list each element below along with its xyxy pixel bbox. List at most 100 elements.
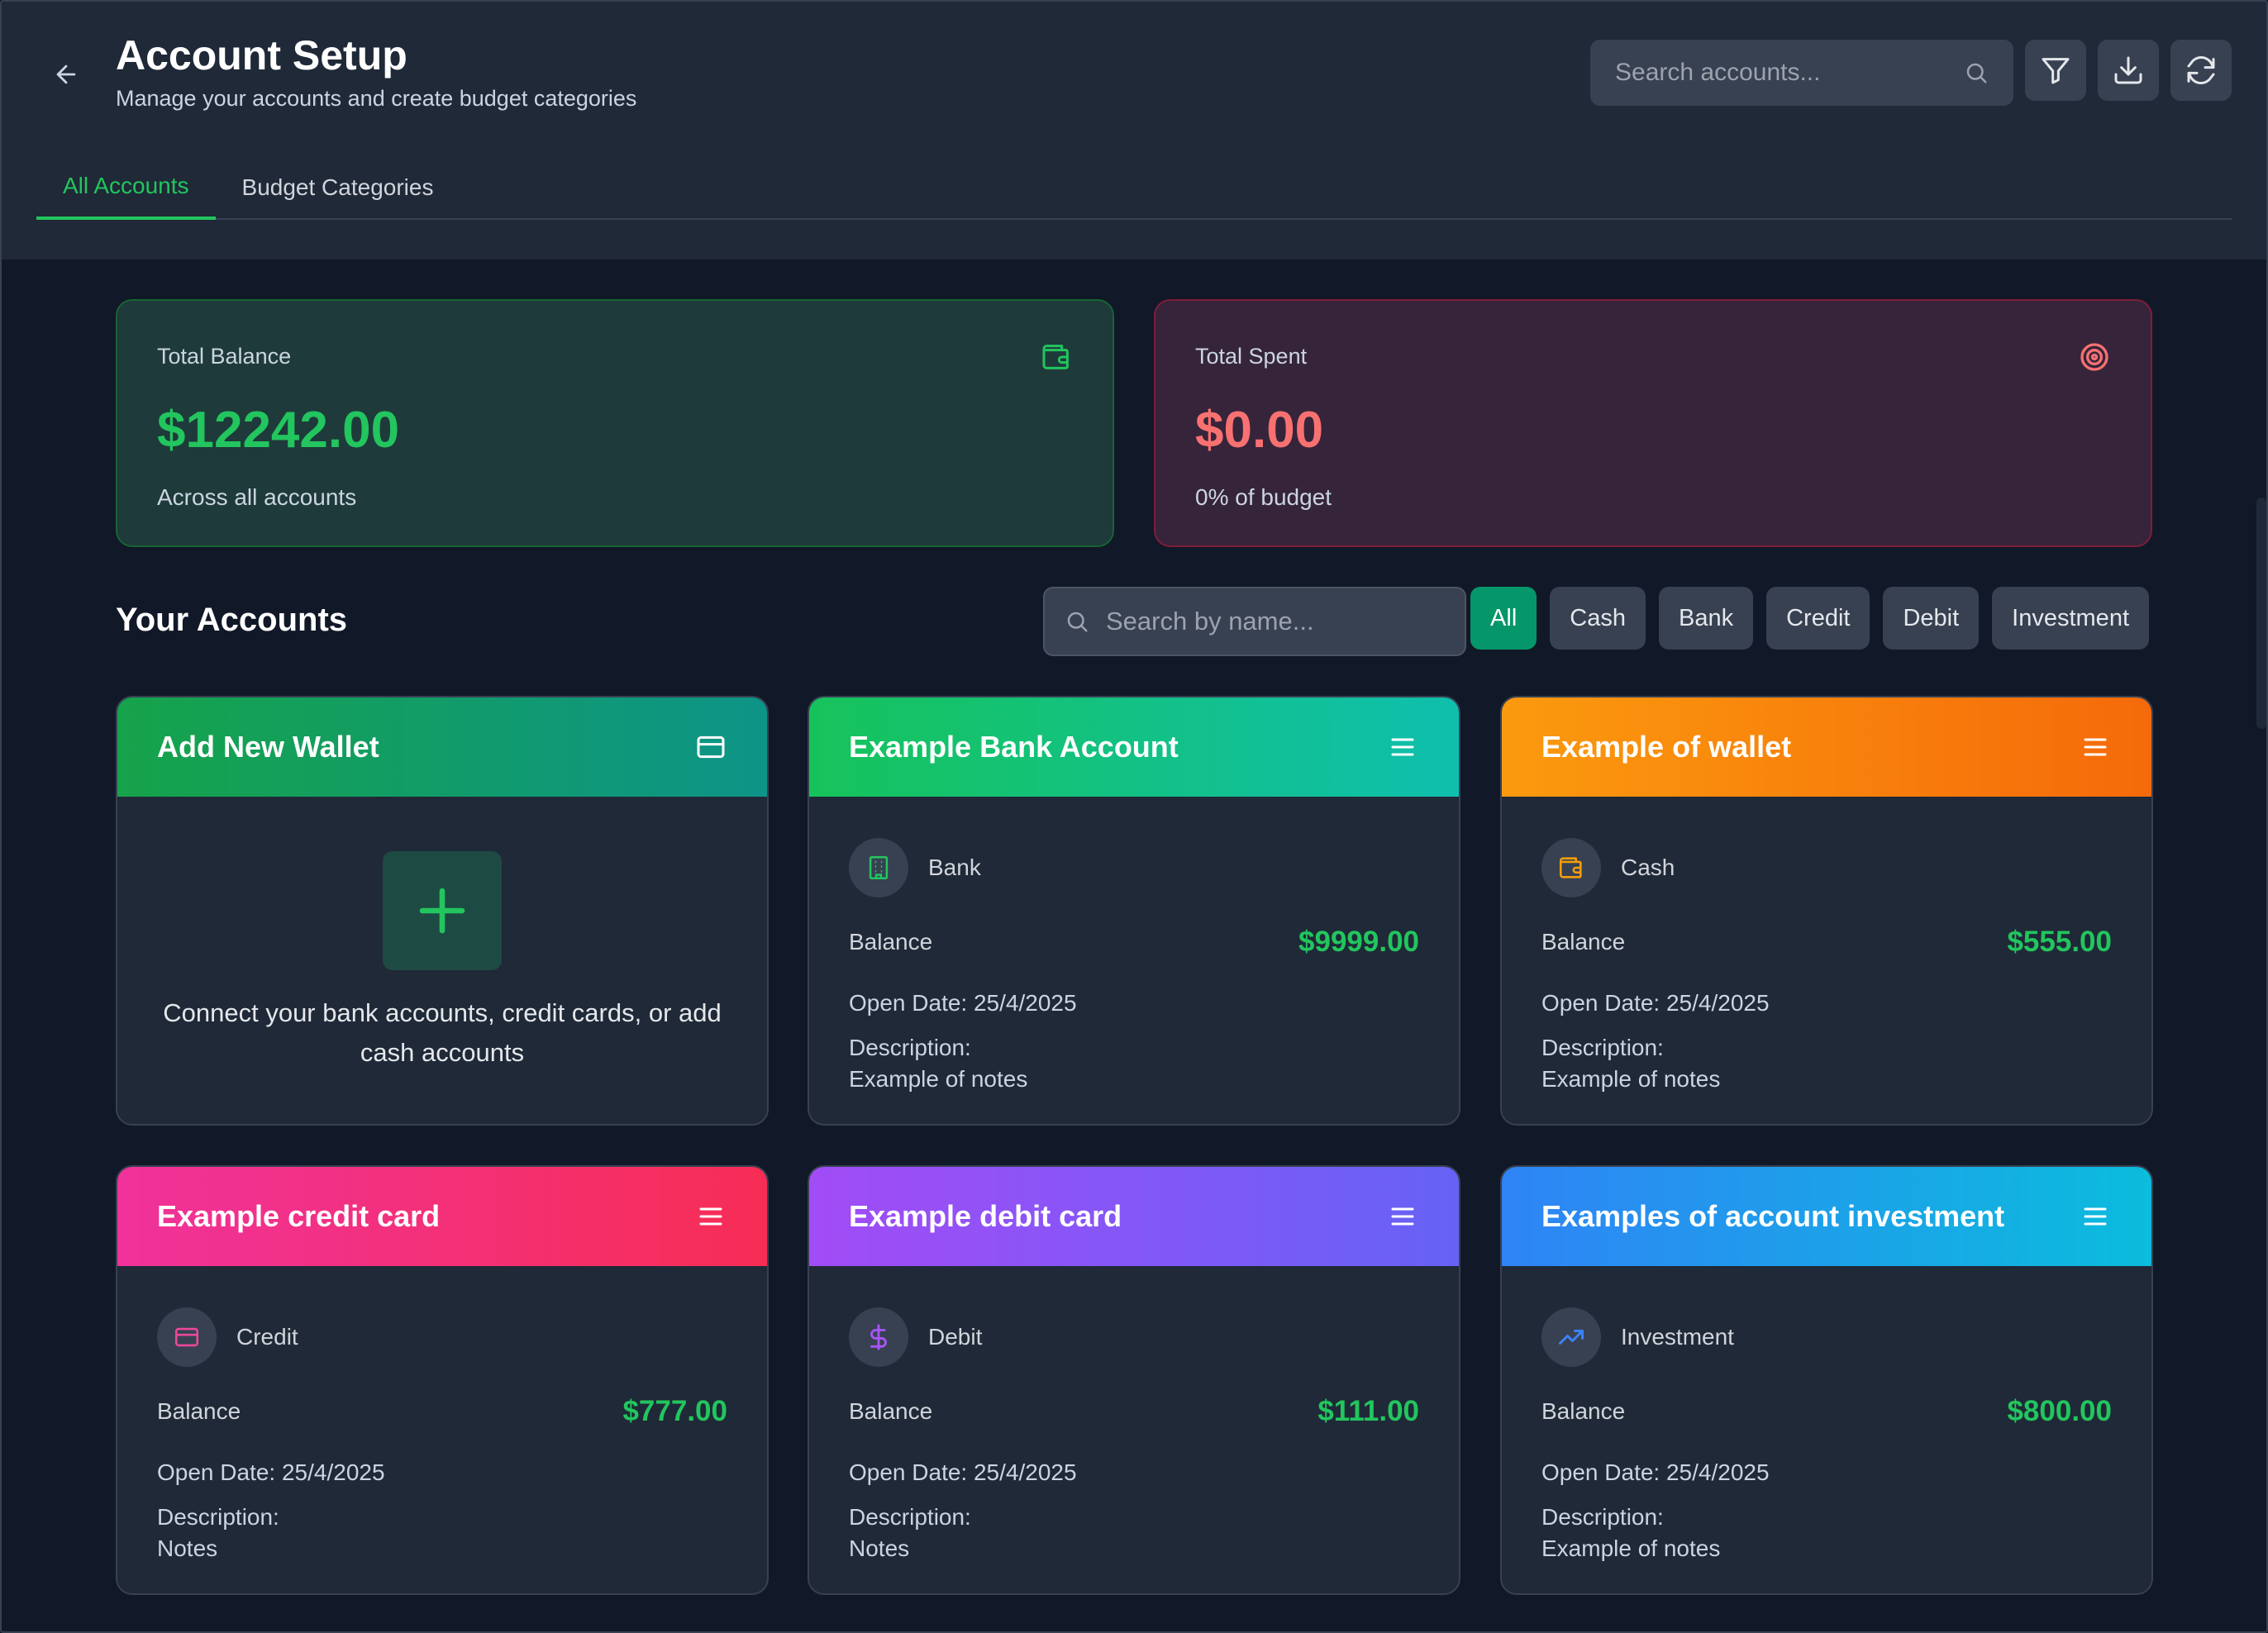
page-subtitle: Manage your accounts and create budget c… xyxy=(116,86,637,111)
account-search-input[interactable] xyxy=(1615,59,1964,87)
balance-value: $111.00 xyxy=(1317,1395,1419,1427)
account-menu-button[interactable] xyxy=(2079,731,2112,764)
description-label: Description: xyxy=(849,1035,971,1060)
target-icon xyxy=(2080,343,2108,371)
filter-chip-debit[interactable]: Debit xyxy=(1883,587,1980,650)
account-menu-button[interactable] xyxy=(694,1200,727,1233)
description-value: Example of notes xyxy=(849,1066,1028,1092)
menu-icon xyxy=(2084,1207,2107,1226)
add-wallet-card[interactable]: Add New Wallet Connect your bank account… xyxy=(116,696,769,1126)
total-balance-note: Across all accounts xyxy=(157,484,357,510)
account-card[interactable]: Example of wallet Cash Balance $555.00 O… xyxy=(1500,696,2153,1126)
filter-button[interactable] xyxy=(2025,40,2086,101)
balance-label: Balance xyxy=(849,929,933,955)
dollar-icon xyxy=(870,1324,887,1350)
account-card[interactable]: Example credit card Credit Balance $777.… xyxy=(116,1165,769,1595)
add-wallet-header: Add New Wallet xyxy=(117,697,767,797)
account-type-icon-wrap xyxy=(1541,1307,1601,1367)
balance-label: Balance xyxy=(1541,1398,1626,1424)
balance-value: $777.00 xyxy=(622,1395,727,1427)
credit-card-icon xyxy=(174,1327,199,1347)
balance-label: Balance xyxy=(1541,929,1626,955)
account-card[interactable]: Example Bank Account Bank Balance $9999.… xyxy=(808,696,1460,1126)
name-search-box xyxy=(1043,587,1466,656)
account-card-header: Example Bank Account xyxy=(809,697,1459,797)
accounts-section-title: Your Accounts xyxy=(116,602,348,638)
filter-chip-credit[interactable]: Credit xyxy=(1766,587,1870,650)
add-wallet-description: Connect your bank accounts, credit cards… xyxy=(163,998,722,1067)
menu-icon xyxy=(1391,1207,1414,1226)
open-date: Open Date: 25/4/2025 xyxy=(1541,1459,1770,1485)
account-title: Example Bank Account xyxy=(849,730,1179,764)
balance-value: $9999.00 xyxy=(1298,926,1419,958)
account-menu-button[interactable] xyxy=(2079,1200,2112,1233)
tab-bar: All Accounts Budget Categories xyxy=(36,155,2232,220)
account-menu-button[interactable] xyxy=(1386,1200,1419,1233)
menu-icon xyxy=(1391,738,1414,756)
account-menu-button[interactable] xyxy=(1386,731,1419,764)
account-card-body: Cash Balance $555.00 Open Date: 25/4/202… xyxy=(1502,838,2151,1093)
tab-budget-categories[interactable]: Budget Categories xyxy=(216,155,460,220)
building-icon xyxy=(869,855,889,880)
total-balance-label: Total Balance xyxy=(157,344,292,369)
filter-chip-bank[interactable]: Bank xyxy=(1658,587,1754,650)
description-value: Notes xyxy=(849,1535,910,1561)
page-scrollbar[interactable] xyxy=(2256,498,2266,729)
back-button[interactable] xyxy=(48,56,84,93)
total-spent-note: 0% of budget xyxy=(1195,484,1332,510)
description-label: Description: xyxy=(1541,1035,1664,1060)
page-title: Account Setup xyxy=(116,32,407,79)
trend-up-icon xyxy=(1559,1330,1584,1345)
account-type-label: Debit xyxy=(928,1324,983,1350)
download-icon xyxy=(2114,56,2142,84)
account-type-label: Cash xyxy=(1621,855,1675,880)
account-card-header: Examples of account investment xyxy=(1502,1167,2151,1266)
total-balance-value: $12242.00 xyxy=(157,402,400,459)
open-date: Open Date: 25/4/2025 xyxy=(849,1459,1077,1485)
account-type-icon-wrap xyxy=(157,1307,217,1367)
wallet-icon xyxy=(1042,345,1069,369)
filter-chip-all[interactable]: All xyxy=(1470,587,1537,650)
account-card-body: Bank Balance $9999.00 Open Date: 25/4/20… xyxy=(809,838,1459,1093)
description-label: Description: xyxy=(1541,1504,1664,1530)
search-icon xyxy=(1067,612,1088,632)
add-wallet-title: Add New Wallet xyxy=(157,730,379,764)
add-wallet-button[interactable] xyxy=(383,851,502,970)
balance-value: $800.00 xyxy=(2007,1395,2112,1427)
balance-value: $555.00 xyxy=(2007,926,2112,958)
account-title: Example of wallet xyxy=(1541,730,1792,764)
account-type-label: Investment xyxy=(1621,1324,1734,1350)
filter-chip-cash[interactable]: Cash xyxy=(1550,587,1646,650)
account-type-icon-wrap xyxy=(849,1307,908,1367)
open-date: Open Date: 25/4/2025 xyxy=(1541,990,1770,1016)
menu-icon xyxy=(699,1207,722,1226)
description-label: Description: xyxy=(157,1504,279,1530)
account-card[interactable]: Examples of account investment Investmen… xyxy=(1500,1165,2153,1595)
refresh-button[interactable] xyxy=(2170,40,2232,101)
plus-icon xyxy=(419,888,465,934)
search-icon xyxy=(1966,63,1987,83)
description-value: Example of notes xyxy=(1541,1066,1721,1092)
total-spent-label: Total Spent xyxy=(1195,344,1308,369)
download-button[interactable] xyxy=(2098,40,2159,101)
total-spent-card: Total Spent $0.00 0% of budget xyxy=(1154,299,2152,547)
filter-chip-investment[interactable]: Investment xyxy=(1992,587,2149,650)
account-type-label: Credit xyxy=(236,1324,298,1350)
name-search-input[interactable] xyxy=(1106,607,1445,636)
tab-all-accounts[interactable]: All Accounts xyxy=(36,155,216,220)
filter-icon xyxy=(2042,58,2070,84)
header: Account Setup Manage your accounts and c… xyxy=(2,2,2266,259)
account-type-icon-wrap xyxy=(849,838,908,897)
account-card-body: Credit Balance $777.00 Open Date: 25/4/2… xyxy=(117,1307,767,1562)
account-type-filters: All Cash Bank Credit Debit Investment xyxy=(1470,587,2149,650)
account-card[interactable]: Example debit card Debit Balance $111.00… xyxy=(808,1165,1460,1595)
total-balance-card: Total Balance $12242.00 Across all accou… xyxy=(116,299,1114,547)
add-wallet-body: Connect your bank accounts, credit cards… xyxy=(117,797,767,1073)
account-title: Examples of account investment xyxy=(1541,1199,2005,1233)
account-card-header: Example debit card xyxy=(809,1167,1459,1266)
refresh-icon xyxy=(2187,56,2215,84)
account-card-header: Example of wallet xyxy=(1502,697,2151,797)
description-value: Example of notes xyxy=(1541,1535,1721,1561)
account-type-icon-wrap xyxy=(1541,838,1601,897)
menu-icon xyxy=(2084,738,2107,756)
